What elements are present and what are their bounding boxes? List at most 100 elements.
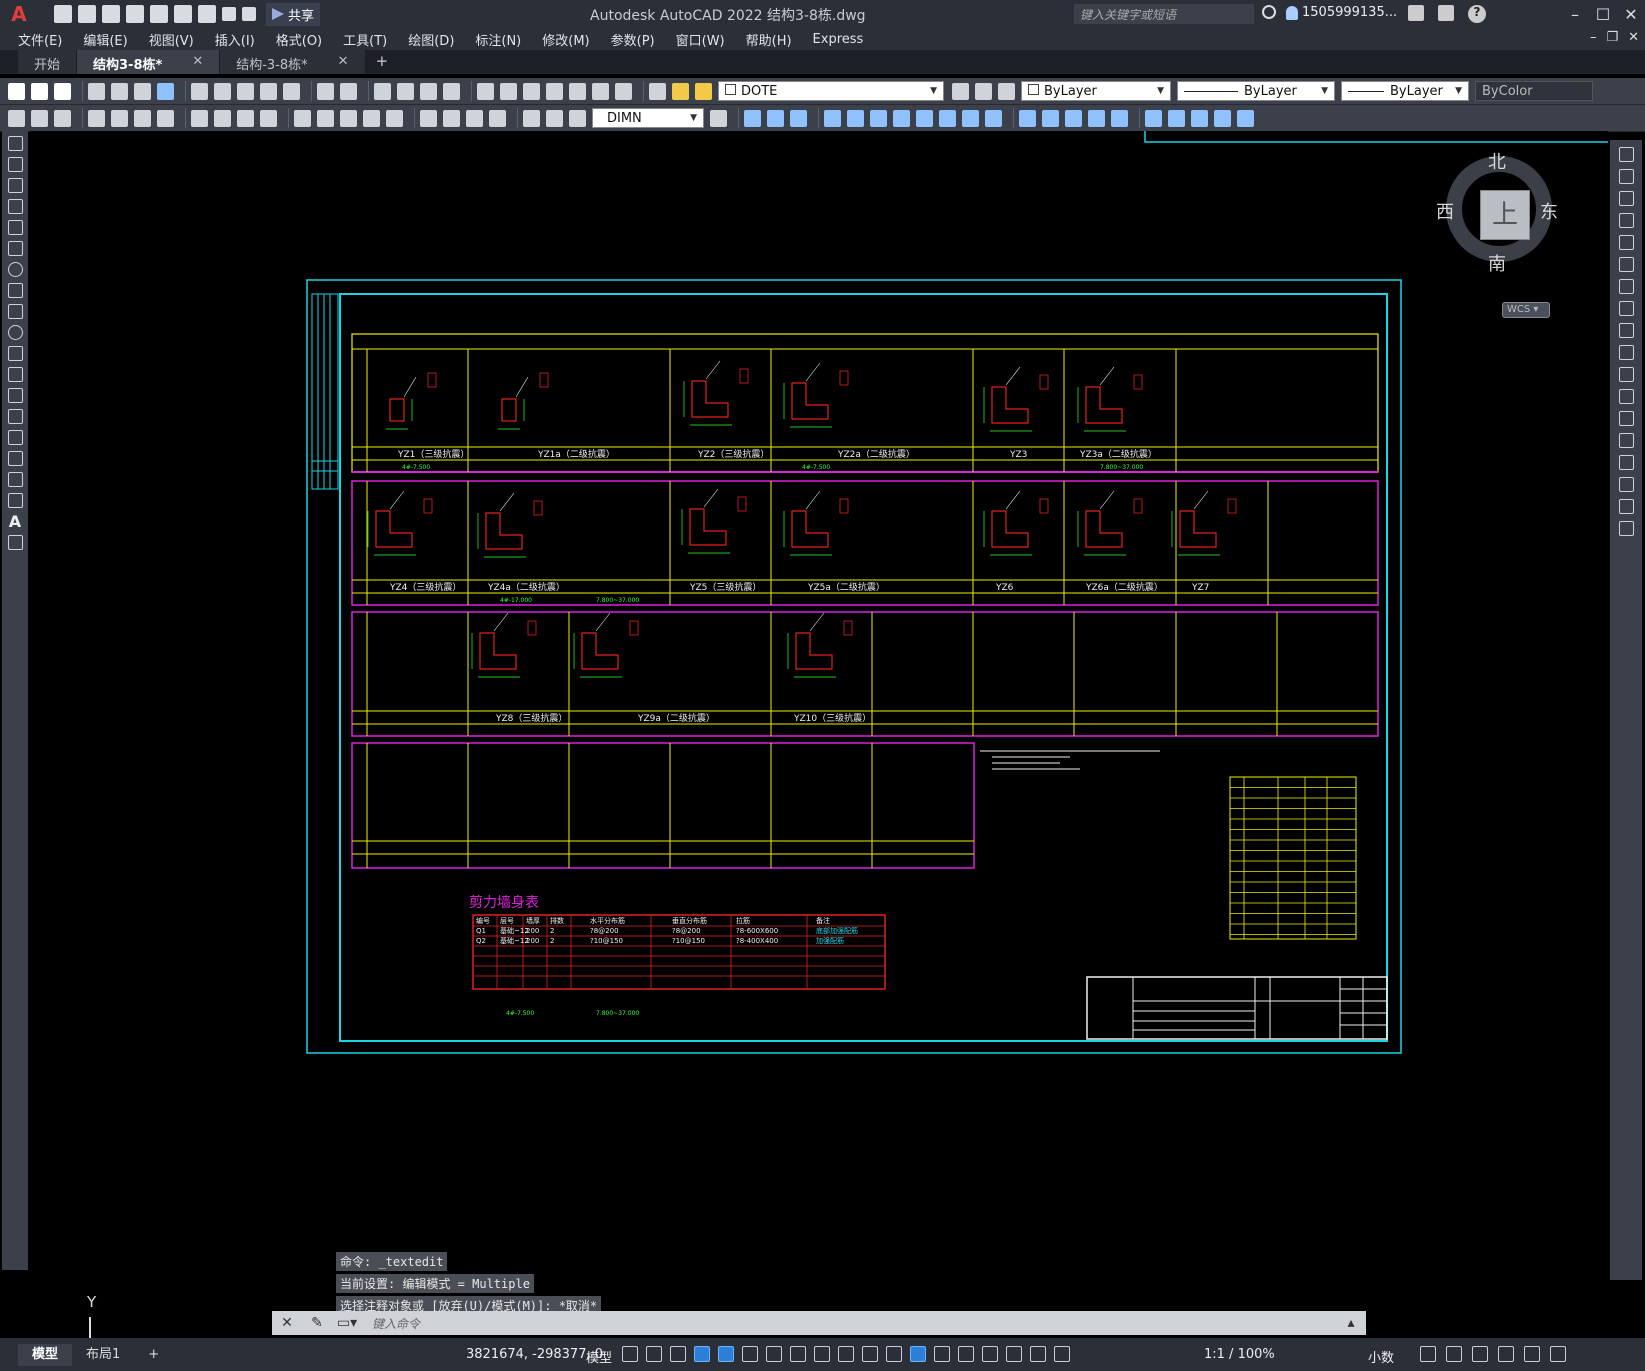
layer-freeze-icon[interactable] [695, 82, 712, 100]
autocad-logo-icon[interactable]: A [6, 1, 32, 27]
continue-icon[interactable] [340, 109, 357, 127]
dim-space-icon[interactable] [363, 109, 380, 127]
plotstyle-dropdown[interactable]: ByColor ▼ [1475, 81, 1593, 101]
blend-icon[interactable] [1111, 109, 1128, 127]
tool-palettes-icon[interactable] [523, 82, 540, 100]
zoom-realtime-icon[interactable] [397, 82, 414, 100]
blend-curves-icon[interactable] [1618, 499, 1634, 514]
new-tab-button[interactable]: + [366, 48, 399, 74]
infer-constraints-icon[interactable] [670, 1346, 686, 1362]
minimize-button[interactable]: – [1561, 0, 1589, 28]
compass-east[interactable]: 东 [1540, 198, 1558, 224]
compass-south[interactable]: 南 [1488, 250, 1506, 276]
hatch-icon[interactable] [7, 430, 23, 445]
trim-icon[interactable] [939, 109, 956, 127]
dynamic-input-icon[interactable] [694, 1346, 710, 1362]
block-editor-icon[interactable] [283, 82, 300, 100]
cursor-coordinates[interactable]: 3821674, -298377, 0 [466, 1347, 603, 1362]
center-mark-icon[interactable] [443, 109, 460, 127]
command-history-toggle-icon[interactable]: ▴ [1336, 1315, 1366, 1331]
region-icon[interactable] [7, 472, 23, 487]
rectangle-icon[interactable] [7, 220, 23, 235]
point-icon[interactable] [7, 409, 23, 424]
arc-length-icon[interactable] [134, 109, 151, 127]
extend-icon[interactable] [1618, 367, 1634, 382]
menu-express[interactable]: Express [813, 32, 876, 47]
auto-scale-icon[interactable] [1030, 1346, 1046, 1362]
annotation-scale-icon[interactable] [1054, 1346, 1070, 1362]
menu-dimension[interactable]: 标注(N) [475, 30, 533, 49]
scale-icon[interactable] [893, 109, 910, 127]
stretch-icon[interactable] [1618, 323, 1634, 338]
array-icon[interactable] [824, 109, 841, 127]
drawing-area[interactable]: YZ1（三级抗震） YZ1a（二级抗震） YZ2（三级抗震） YZ2a（二级抗震… [30, 131, 1608, 1371]
zoom-previous-icon[interactable] [443, 82, 460, 100]
zoom-window-icon[interactable] [420, 82, 437, 100]
command-prompt-icon[interactable]: ▭▾ [332, 1315, 362, 1331]
menu-edit[interactable]: 编辑(E) [83, 30, 139, 49]
construction-line-icon[interactable] [7, 157, 23, 172]
move-icon[interactable] [1618, 257, 1634, 272]
redo-icon[interactable] [242, 7, 256, 21]
circle-icon[interactable] [7, 262, 23, 277]
break-icon[interactable] [1618, 411, 1634, 426]
search-icon[interactable] [1262, 5, 1276, 19]
3d-osnap-icon[interactable] [910, 1346, 926, 1362]
jogged-linear-icon[interactable] [489, 109, 506, 127]
menu-view[interactable]: 视图(V) [149, 30, 206, 49]
add-selected-icon[interactable] [7, 535, 23, 550]
polyline-icon[interactable] [7, 178, 23, 193]
explode-icon[interactable] [1618, 521, 1634, 536]
spline-icon[interactable] [7, 304, 23, 319]
menu-format[interactable]: 格式(O) [276, 30, 334, 49]
compass-north[interactable]: 北 [1488, 148, 1506, 174]
table-icon[interactable] [7, 493, 23, 508]
viewcube-top-face[interactable]: 上 [1480, 190, 1530, 240]
chamfer-icon[interactable] [1019, 109, 1036, 127]
render-icon[interactable] [31, 109, 48, 127]
units-display[interactable]: 小数 [1368, 1347, 1394, 1366]
new-icon[interactable] [54, 5, 72, 23]
isolate-objects-icon[interactable] [1472, 1346, 1488, 1362]
angular-icon[interactable] [260, 109, 277, 127]
dim-text-edit-icon[interactable] [546, 109, 563, 127]
revision-cloud-icon[interactable] [7, 283, 23, 298]
paste-icon[interactable] [237, 82, 254, 100]
grid-icon[interactable] [622, 1346, 638, 1362]
stretch-icon[interactable] [916, 109, 933, 127]
customize-icon[interactable]: ✎ [302, 1315, 332, 1331]
clean-screen-icon[interactable] [1524, 1346, 1540, 1362]
radius-icon[interactable] [191, 109, 208, 127]
gizmo-icon[interactable] [982, 1346, 998, 1362]
menu-tools[interactable]: 工具(T) [343, 30, 399, 49]
object-snap-tracking-icon[interactable] [790, 1346, 806, 1362]
layer-previous-icon[interactable] [975, 82, 992, 100]
save-icon[interactable] [54, 82, 71, 100]
cut-icon[interactable] [191, 82, 208, 100]
linetype-dropdown[interactable]: ByLayer ▼ [1177, 81, 1335, 101]
copy-icon[interactable] [214, 82, 231, 100]
workspace-icon[interactable] [8, 109, 25, 127]
layer-dropdown[interactable]: DOTE ▼ [718, 81, 944, 101]
publish-icon[interactable] [174, 5, 192, 23]
plot-icon[interactable] [198, 5, 216, 23]
selection-filter-icon[interactable] [958, 1346, 974, 1362]
lock-ui-icon[interactable] [1446, 1346, 1462, 1362]
doc-minimize-button[interactable]: – [1590, 30, 1597, 45]
help-icon[interactable]: ? [1468, 5, 1486, 23]
hatch-icon[interactable] [1191, 109, 1208, 127]
markup-icon[interactable] [569, 82, 586, 100]
make-block-icon[interactable] [7, 388, 23, 403]
layer-properties-icon[interactable] [649, 82, 666, 100]
cart-icon[interactable] [1408, 5, 1424, 21]
ortho-icon[interactable] [718, 1346, 734, 1362]
mtext-icon[interactable]: A [8, 514, 23, 530]
rotate-icon[interactable] [1618, 279, 1634, 294]
search-input[interactable]: 键入关键字或短语 [1074, 4, 1254, 24]
trim-icon[interactable] [1618, 345, 1634, 360]
wcs-menu[interactable]: WCS ▾ [1502, 302, 1550, 318]
object-snap-icon[interactable] [814, 1346, 830, 1362]
copy-icon[interactable] [1618, 169, 1634, 184]
join-icon[interactable] [1088, 109, 1105, 127]
close-button[interactable]: ✕ [1617, 0, 1645, 28]
